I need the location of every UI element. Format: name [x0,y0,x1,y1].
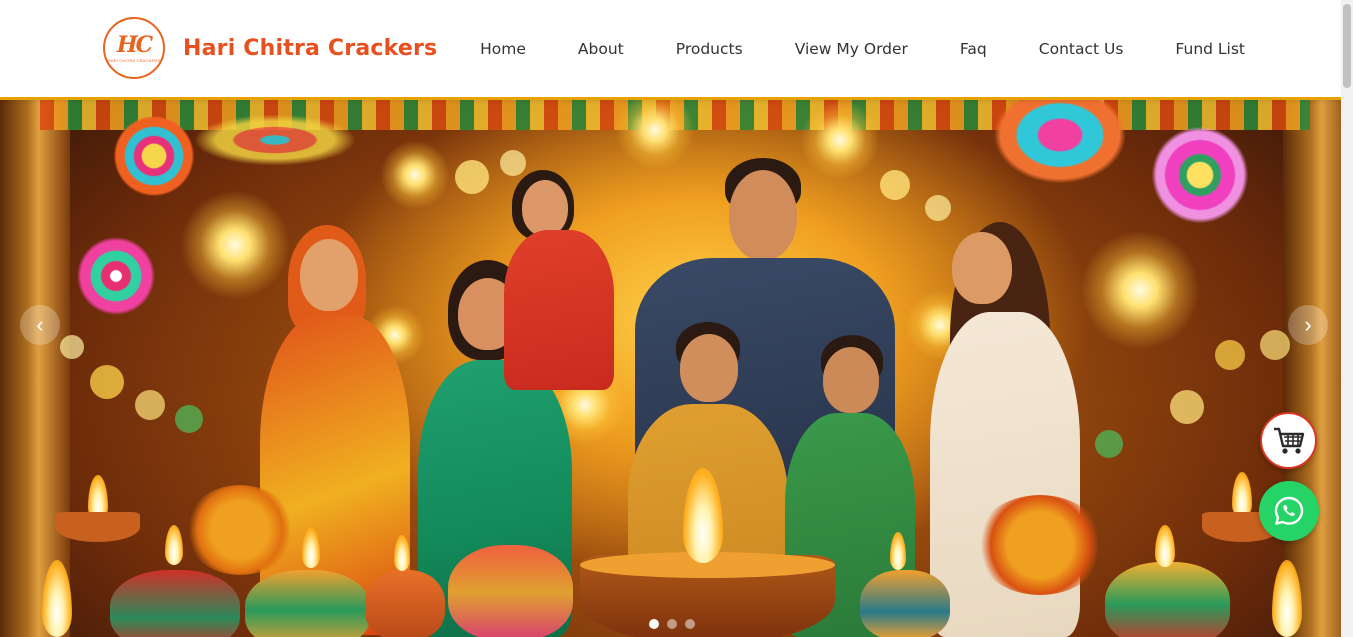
bokeh-light [925,195,951,221]
diya-small [55,512,140,542]
carousel-dot-1[interactable] [649,619,659,629]
sparkler-glow [1080,230,1200,350]
nav-about[interactable]: About [578,40,624,58]
main-nav: Home About Products View My Order Faq Co… [480,40,1245,58]
bokeh-light [1095,430,1123,458]
carousel-prev-button[interactable]: ‹ [20,305,60,345]
hero-slide-image [0,100,1353,637]
page-scrollbar[interactable] [1341,0,1353,637]
hero-carousel: ‹ › [0,100,1353,637]
floating-cart-button[interactable] [1260,412,1317,469]
firework-burst [108,110,200,202]
candle-flame [165,525,183,565]
marigold-flowers [185,485,295,575]
marigold-flowers [975,495,1105,595]
sparkler-glow [380,140,450,210]
candle-flame [1155,525,1175,567]
carousel-indicators [649,619,695,629]
shopping-cart-icon [1273,427,1304,454]
bokeh-light [175,405,203,433]
whatsapp-icon [1274,496,1304,525]
bokeh-light [455,160,489,194]
brand-logo-link[interactable]: HC HARI CHITRA CRACKERS Hari Chitra Crac… [103,17,437,79]
carousel-dot-2[interactable] [667,619,677,629]
nav-fund-list[interactable]: Fund List [1175,40,1245,58]
logo-tagline: HARI CHITRA CRACKERS [107,57,161,63]
logo: HC HARI CHITRA CRACKERS [103,17,165,79]
clay-pot [110,570,240,637]
nav-view-my-order[interactable]: View My Order [795,40,908,58]
bokeh-light [60,335,84,359]
whatsapp-chat-button[interactable] [1259,481,1319,541]
scrollbar-thumb[interactable] [1343,4,1351,88]
bokeh-light [90,365,124,399]
nav-faq[interactable]: Faq [960,40,987,58]
bokeh-light [1170,390,1204,424]
clay-pot [365,570,445,637]
nav-products[interactable]: Products [676,40,743,58]
clay-pot [245,570,370,637]
carousel-dot-3[interactable] [685,619,695,629]
firework-burst [1145,120,1255,230]
brand-name[interactable]: Hari Chitra Crackers [183,36,437,61]
firework-burst [180,110,370,170]
clay-pot [860,570,950,637]
bokeh-light [1260,330,1290,360]
site-header: HC HARI CHITRA CRACKERS Hari Chitra Crac… [0,0,1353,100]
bokeh-light [1215,340,1245,370]
arch-pillar-left [0,100,70,637]
carousel-next-button[interactable]: › [1288,305,1328,345]
chevron-right-icon: › [1304,312,1312,337]
bokeh-light [135,390,165,420]
clay-pot [448,545,573,637]
firework-burst [70,230,162,322]
nav-contact-us[interactable]: Contact Us [1039,40,1124,58]
firework-burst [985,100,1135,190]
logo-monogram: HC [116,31,153,58]
figure-girl-red [500,170,620,390]
clay-pot [1105,562,1230,637]
nav-home[interactable]: Home [480,40,526,58]
chevron-left-icon: ‹ [36,312,44,337]
